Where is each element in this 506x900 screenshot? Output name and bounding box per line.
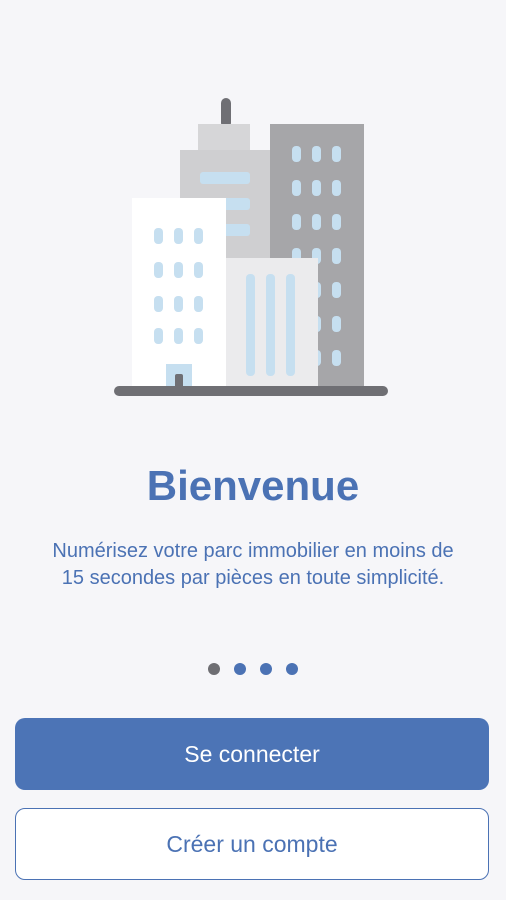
- welcome-title: Bienvenue: [146, 462, 360, 509]
- welcome-subtitle: Numérisez votre parc immobilier en moins…: [52, 540, 454, 589]
- create-account-button[interactable]: Créer un compte: [15, 808, 489, 880]
- page-dot-2[interactable]: [234, 663, 246, 675]
- page-dot-4[interactable]: [286, 663, 298, 675]
- onboarding-screen: Bienvenue Numérisez votre parc immobilie…: [0, 0, 506, 900]
- page-dot-1[interactable]: [208, 663, 220, 675]
- city-buildings-icon: [114, 98, 388, 396]
- login-button[interactable]: Se connecter: [15, 718, 489, 790]
- page-dot-3[interactable]: [260, 663, 272, 675]
- page-indicator[interactable]: [0, 663, 506, 675]
